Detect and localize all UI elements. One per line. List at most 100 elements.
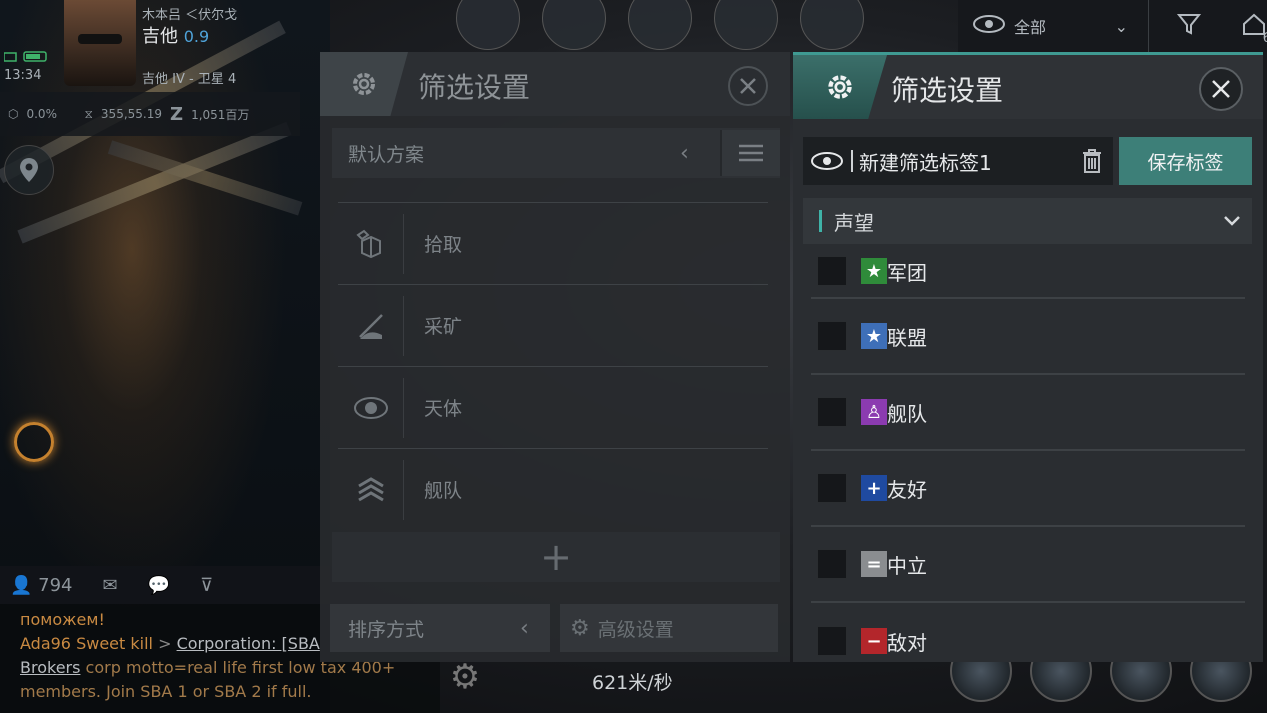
equals-icon: =	[861, 551, 887, 577]
chat-icon[interactable]: 💬	[148, 575, 170, 596]
cargo-icon: ⬡	[8, 107, 19, 121]
panel-title: 筛选设置	[418, 71, 531, 104]
checkbox[interactable]	[817, 549, 847, 579]
filter-settings-panel-left: 筛选设置 默认方案 ‹ 拾取 采矿 天体 舰队 + 排序方式 ‹ ⚙ 高级设置	[320, 52, 790, 662]
tag-name-field[interactable]: 新建筛选标签1	[803, 137, 1113, 185]
reputation-label: 联盟	[887, 325, 927, 350]
person-icon: 👤	[10, 574, 33, 596]
reputation-item-neutral[interactable]: = 中立	[811, 527, 1245, 603]
station-name[interactable]: 吉他 IV - 卫星 4	[142, 68, 236, 87]
wallet-bar[interactable]: ⬡ 0.0% ⧖ 355,55.19 Z 1,051百万	[0, 92, 300, 136]
chevron-down-icon[interactable]	[1212, 215, 1252, 227]
mail-icon[interactable]: ✉	[103, 575, 118, 596]
character-portrait[interactable]	[64, 0, 136, 86]
wifi-battery-icon	[3, 48, 54, 67]
pawn-icon: ♙	[861, 399, 887, 425]
chevron-down-icon[interactable]: ⌄	[1115, 17, 1128, 36]
scheme-selector[interactable]: 默认方案 ‹	[332, 128, 780, 178]
reputation-item-hostile[interactable]: − 敌对	[811, 603, 1245, 679]
panel-header: 筛选设置	[793, 55, 1263, 119]
location-pin-icon[interactable]	[4, 145, 54, 195]
chat-line: members. Join SBA 1 or SBA 2 if full.	[20, 682, 312, 701]
bottom-hud-bar: 👤 794 ✉ 💬 ⊽	[0, 566, 330, 604]
category-label: 拾取	[424, 234, 463, 256]
eye-icon[interactable]	[803, 151, 851, 171]
checkbox[interactable]	[817, 321, 847, 351]
save-tag-button[interactable]: 保存标签	[1119, 137, 1252, 185]
plus-icon: +	[861, 475, 887, 501]
category-item-celestial[interactable]: 天体	[338, 366, 768, 448]
section-label: 声望	[834, 210, 874, 235]
location-breadcrumb[interactable]: 木本吕 ＜伏尔戈	[142, 4, 237, 23]
clock: 13:34	[4, 68, 42, 83]
star-icon: ★	[861, 258, 887, 284]
reputation-item-corp[interactable]: ★ 军团	[811, 245, 1245, 299]
system-name-label: 吉他	[142, 26, 178, 47]
pickup-icon	[338, 213, 404, 274]
category-label: 天体	[424, 398, 463, 420]
top-module-bar	[440, 0, 960, 52]
advanced-settings-button[interactable]: ⚙ 高级设置	[560, 604, 778, 652]
module-slot[interactable]	[542, 0, 606, 50]
gear-icon	[320, 52, 408, 116]
minus-icon: −	[861, 628, 887, 654]
module-slot[interactable]	[628, 0, 692, 50]
reputation-item-fleet[interactable]: ♙ 舰队	[811, 375, 1245, 451]
eye-icon[interactable]	[972, 14, 1006, 38]
hamburger-menu-icon[interactable]	[720, 130, 780, 176]
trash-icon[interactable]	[1071, 149, 1113, 173]
category-list: 拾取 采矿 天体 舰队	[338, 202, 768, 530]
category-item-mining[interactable]: 采矿	[338, 284, 768, 366]
chat-sender[interactable]: Ada96 Sweet kill	[20, 634, 153, 653]
chevron-left-icon[interactable]: ‹	[680, 141, 720, 166]
advanced-settings-label: 高级设置	[597, 618, 674, 641]
reputation-label: 舰队	[887, 401, 927, 426]
reputation-label: 友好	[887, 477, 927, 502]
ship-speed: 621米/秒	[592, 672, 673, 694]
local-members[interactable]: 👤 794	[10, 575, 73, 596]
overview-toolbar: 全部 ⌄ 6	[958, 0, 1267, 52]
checkbox[interactable]	[817, 626, 847, 656]
category-item-pickup[interactable]: 拾取	[338, 202, 768, 284]
tag-count-icon[interactable]: 6	[1241, 12, 1267, 46]
checkbox[interactable]	[817, 397, 847, 427]
tag-count: 6	[1262, 31, 1267, 46]
category-item-fleet[interactable]: 舰队	[338, 448, 768, 530]
fleet-icon	[338, 459, 404, 520]
plex-value: 1,051百万	[191, 107, 250, 122]
cargo-value: 0.0%	[26, 107, 57, 121]
tag-name-input[interactable]: 新建筛选标签1	[859, 147, 1071, 176]
close-icon[interactable]	[1199, 67, 1243, 111]
reputation-list: ★ 军团 ★ 联盟 ♙ 舰队 + 友好 = 中立 − 敌对	[811, 245, 1245, 679]
chat-link[interactable]: Brokers	[20, 658, 80, 677]
reputation-label: 中立	[887, 553, 927, 578]
add-category-button[interactable]: +	[332, 532, 780, 582]
overview-filter-select[interactable]: 全部	[1014, 14, 1115, 38]
plex-icon: Z	[170, 103, 184, 125]
orbit-indicator-icon[interactable]	[14, 422, 54, 462]
section-header-reputation[interactable]: 声望	[803, 198, 1252, 244]
filter-funnel-icon[interactable]	[1176, 13, 1202, 39]
security-status: 0.9	[183, 27, 210, 46]
panel-title: 筛选设置	[891, 74, 1004, 107]
local-count: 794	[38, 574, 73, 596]
category-label: 采矿	[424, 316, 463, 338]
gear-icon	[793, 55, 887, 119]
chat-link[interactable]: Corporation: [SBA	[177, 634, 320, 653]
filter-small-icon[interactable]: ⊽	[200, 575, 213, 596]
system-name[interactable]: 吉他 0.9	[142, 22, 209, 48]
module-slot[interactable]	[714, 0, 778, 50]
isk-icon: ⧖	[84, 106, 93, 121]
sort-label: 排序方式	[348, 618, 425, 641]
reputation-item-alliance[interactable]: ★ 联盟	[811, 299, 1245, 375]
divider	[1148, 0, 1149, 52]
checkbox[interactable]	[817, 256, 847, 286]
category-label: 舰队	[424, 480, 463, 502]
reputation-item-friendly[interactable]: + 友好	[811, 451, 1245, 527]
close-icon[interactable]	[728, 66, 768, 106]
sort-selector[interactable]: 排序方式 ‹	[330, 604, 550, 652]
module-slot[interactable]	[456, 0, 520, 50]
filter-settings-panel-right: 筛选设置 新建筛选标签1 保存标签 声望 ★ 军团 ★ 联盟 ♙ 舰队 + 友好…	[793, 52, 1263, 662]
module-slot[interactable]	[800, 0, 864, 50]
checkbox[interactable]	[817, 473, 847, 503]
